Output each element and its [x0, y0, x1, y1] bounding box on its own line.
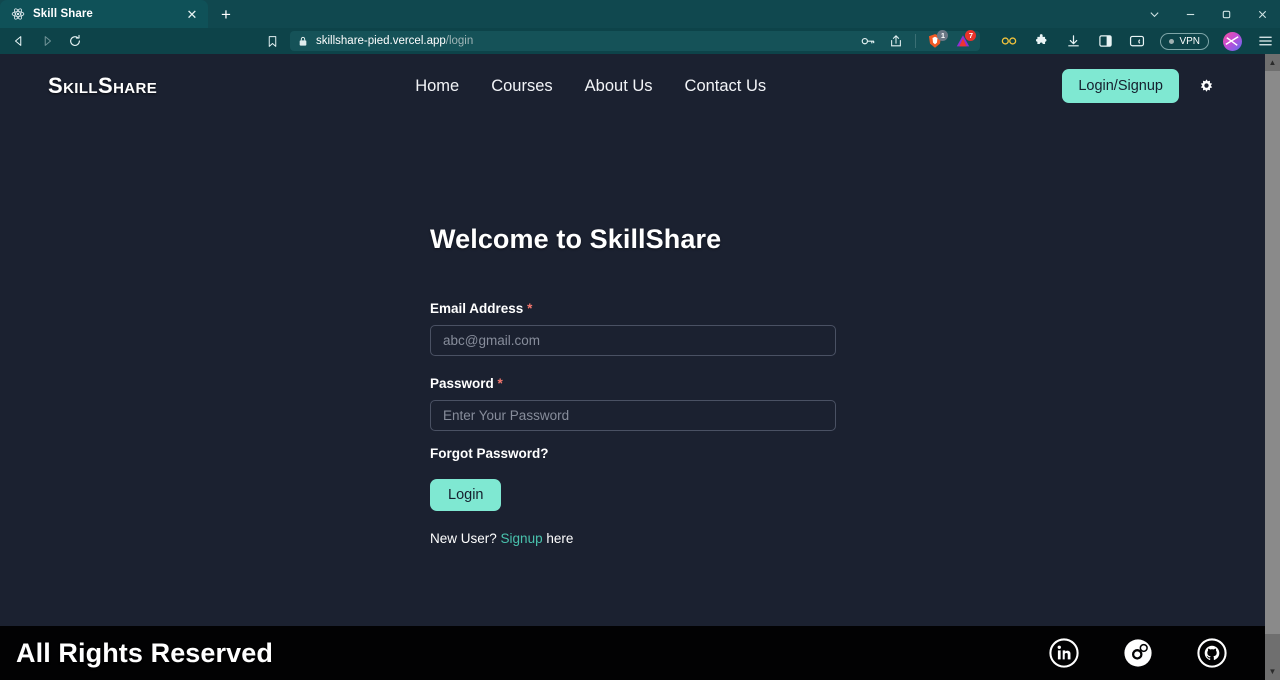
lock-icon: [298, 36, 308, 47]
tab-title: Skill Share: [33, 8, 93, 20]
toolbar-divider: [915, 34, 917, 48]
new-user-suffix: here: [546, 531, 574, 546]
key-icon[interactable]: [859, 31, 877, 51]
browser-tab[interactable]: Skill Share ✕: [0, 0, 208, 28]
vpn-status-dot: [1169, 38, 1175, 44]
minimize-icon[interactable]: [1172, 0, 1208, 28]
brave-shield-icon[interactable]: 1: [926, 30, 949, 51]
infinity-icon[interactable]: [1000, 31, 1018, 51]
email-field-group: Email Address *: [430, 301, 1265, 356]
gear-icon[interactable]: [1195, 75, 1217, 97]
skillshare-page: SkillShare Home Courses About Us Contact…: [0, 54, 1265, 680]
forward-arrow-icon[interactable]: [34, 30, 60, 52]
brave-shield-badge: 1: [937, 30, 949, 41]
footer-copyright: All Rights Reserved: [16, 637, 273, 668]
address-bar[interactable]: skillshare-pied.vercel.app/login 1 7: [290, 30, 981, 51]
password-label: Password *: [430, 376, 503, 391]
email-input[interactable]: [430, 325, 836, 356]
sidebar-icon[interactable]: [1096, 31, 1114, 51]
header-actions: Login/Signup: [1062, 69, 1217, 103]
signup-link[interactable]: Signup: [501, 531, 543, 546]
forgot-password-link[interactable]: Forgot Password?: [430, 446, 549, 461]
triangle-alert-icon[interactable]: 7: [954, 30, 977, 51]
address-bar-actions: 1 7: [859, 30, 977, 51]
nav-link-courses[interactable]: Courses: [491, 77, 552, 96]
share-icon[interactable]: [887, 31, 905, 51]
page-title: Welcome to SkillShare: [430, 224, 722, 254]
vpn-button[interactable]: VPN: [1160, 32, 1209, 50]
login-content: Welcome to SkillShare Email Address * Pa…: [0, 118, 1265, 546]
puzzle-icon[interactable]: [1032, 31, 1050, 51]
close-icon[interactable]: ✕: [184, 6, 200, 22]
github-icon[interactable]: [1197, 638, 1227, 668]
site-header: SkillShare Home Courses About Us Contact…: [0, 54, 1265, 118]
new-user-prefix: New User?: [430, 531, 497, 546]
page-scrollbar[interactable]: ▲ ▼: [1265, 54, 1280, 680]
social-links: [1049, 638, 1249, 668]
required-mark: *: [527, 301, 533, 316]
wallet-icon[interactable]: [1128, 31, 1146, 51]
reload-icon[interactable]: [62, 30, 88, 52]
email-label: Email Address *: [430, 301, 533, 316]
chevron-down-icon[interactable]: [1136, 0, 1172, 28]
browser-window: Skill Share ✕ + skillshare-pied.vercel.a…: [0, 0, 1280, 680]
linkedin-icon[interactable]: [1049, 638, 1079, 668]
scroll-up-arrow-icon[interactable]: ▲: [1265, 54, 1280, 71]
tab-strip: Skill Share ✕ +: [0, 0, 1280, 28]
profile-avatar-icon[interactable]: [1223, 31, 1242, 51]
scroll-down-arrow-icon[interactable]: ▼: [1265, 663, 1280, 680]
password-field-group: Password *: [430, 376, 1265, 431]
required-mark: *: [497, 376, 503, 391]
plus-icon[interactable]: +: [212, 2, 240, 28]
alert-badge: 7: [965, 30, 977, 41]
page-viewport: SkillShare Home Courses About Us Contact…: [0, 54, 1280, 680]
back-arrow-icon[interactable]: [6, 30, 32, 52]
main-navigation: Home Courses About Us Contact Us: [415, 77, 766, 96]
login-button[interactable]: Login: [430, 479, 502, 511]
nav-link-contact-us[interactable]: Contact Us: [685, 77, 767, 96]
instagram-icon[interactable]: [1123, 638, 1153, 668]
url-path: /login: [445, 35, 474, 47]
scrollbar-thumb[interactable]: [1265, 71, 1280, 634]
window-controls: [1136, 0, 1280, 28]
vpn-label: VPN: [1179, 35, 1200, 47]
new-user-text: New User? Signup here: [430, 531, 1265, 546]
password-input[interactable]: [430, 400, 836, 431]
download-icon[interactable]: [1064, 31, 1082, 51]
site-footer: All Rights Reserved: [0, 626, 1265, 680]
close-icon[interactable]: [1244, 0, 1280, 28]
extension-icons: VPN: [986, 31, 1274, 51]
nav-link-about-us[interactable]: About Us: [585, 77, 653, 96]
url-domain: skillshare-pied.vercel.app: [316, 35, 446, 47]
login-signup-button[interactable]: Login/Signup: [1062, 69, 1179, 103]
maximize-icon[interactable]: [1208, 0, 1244, 28]
url-text: skillshare-pied.vercel.app/login: [316, 35, 473, 47]
bookmark-icon[interactable]: [260, 30, 284, 52]
browser-toolbar: skillshare-pied.vercel.app/login 1 7 VPN: [0, 28, 1280, 54]
site-logo[interactable]: SkillShare: [48, 73, 157, 99]
react-atom-icon: [10, 7, 25, 22]
hamburger-menu-icon[interactable]: [1256, 31, 1274, 51]
nav-link-home[interactable]: Home: [415, 77, 459, 96]
